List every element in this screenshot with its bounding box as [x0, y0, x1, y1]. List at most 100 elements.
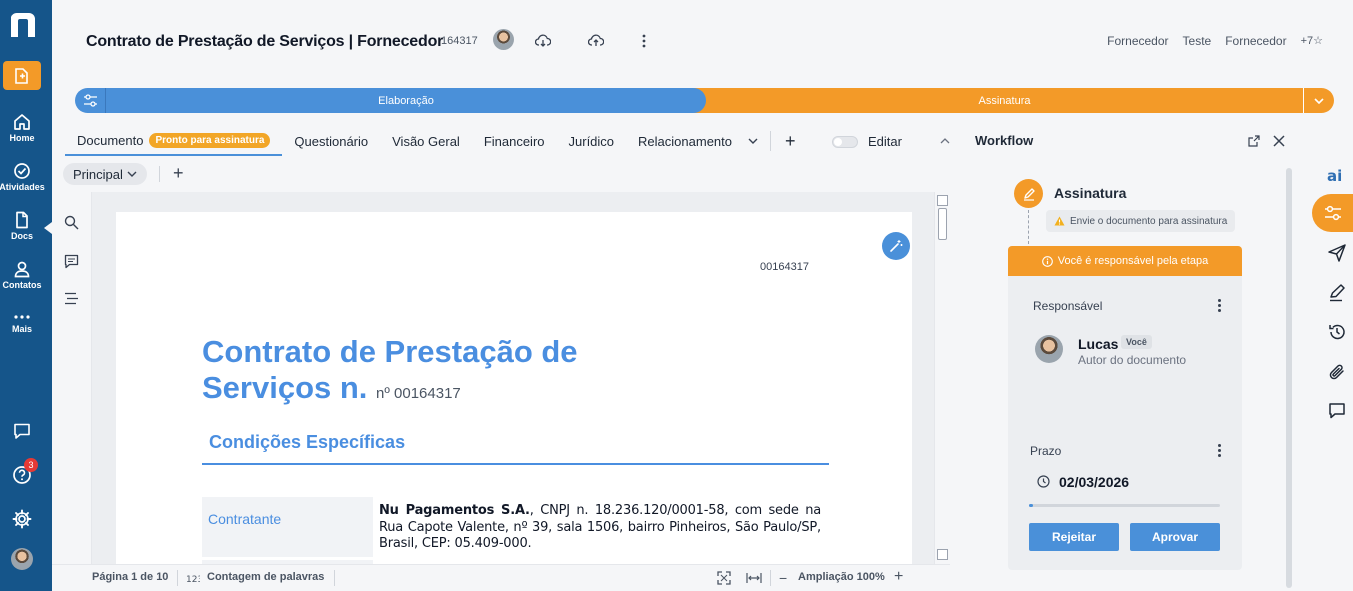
ai-assist-button[interactable] — [882, 232, 910, 260]
search-button[interactable] — [64, 215, 79, 230]
tab-financeiro[interactable]: Financeiro — [472, 126, 557, 156]
document-icon — [16, 211, 28, 229]
send-icon — [1328, 244, 1346, 262]
stage-settings-button[interactable] — [75, 88, 106, 113]
subtab-principal-label: Principal — [73, 166, 123, 182]
stage-elaboracao[interactable]: Elaboração — [106, 88, 706, 113]
search-icon — [64, 215, 79, 230]
scroll-up-arrow[interactable] — [937, 195, 948, 206]
ai-assistant-button[interactable]: ai — [1326, 164, 1348, 186]
tag[interactable]: Fornecedor — [1107, 34, 1168, 48]
tab-documento[interactable]: Documento Pronto para assinatura — [65, 126, 283, 156]
zoom-out-button[interactable]: − — [779, 570, 787, 586]
tab-juridico[interactable]: Jurídico — [557, 126, 627, 156]
tab-relacionamento[interactable]: Relacionamento — [626, 126, 744, 156]
history-tool-button[interactable] — [1326, 321, 1348, 343]
attachments-tool-button[interactable] — [1326, 361, 1348, 383]
comments-button[interactable] — [64, 254, 79, 269]
page-header: Contrato de Prestação de Serviços | Forn… — [52, 0, 1353, 83]
app-logo-icon[interactable] — [7, 9, 39, 41]
cloud-upload-icon — [588, 34, 604, 46]
send-tool-button[interactable] — [1326, 242, 1348, 264]
outline-button[interactable] — [64, 292, 79, 305]
fit-page-icon — [717, 571, 731, 585]
nav-mais[interactable]: Mais — [0, 312, 44, 334]
deadline-menu-button[interactable] — [1218, 444, 1222, 459]
scroll-down-arrow[interactable] — [937, 549, 948, 560]
deadline-date[interactable]: 02/03/2026 — [1059, 474, 1129, 490]
more-options-button[interactable] — [635, 32, 653, 50]
approve-button[interactable]: Aprovar — [1130, 523, 1220, 551]
add-subtab-button[interactable]: + — [173, 163, 184, 184]
right-tool-rail: ai — [1310, 150, 1353, 591]
more-tags[interactable]: +7☆ — [1301, 34, 1323, 48]
reject-button[interactable]: Rejeitar — [1029, 523, 1119, 551]
chat-button[interactable] — [0, 422, 44, 440]
edit-toggle[interactable] — [832, 136, 858, 148]
section-divider — [202, 463, 829, 465]
stage-dropdown-button[interactable] — [1303, 88, 1334, 113]
subtab-principal[interactable]: Principal — [63, 163, 147, 185]
tag[interactable]: Teste — [1183, 34, 1212, 48]
step-signature-icon — [1014, 179, 1043, 208]
stage-assinatura[interactable]: Assinatura — [694, 88, 1303, 113]
chevron-down-icon — [748, 138, 758, 144]
collapse-button[interactable] — [940, 138, 950, 144]
kebab-menu-icon — [642, 34, 646, 48]
expand-panel-button[interactable] — [1248, 135, 1262, 149]
new-document-button[interactable] — [3, 61, 41, 90]
editor-scrollbar[interactable] — [934, 192, 950, 564]
document-title-line2-wrap: Serviços n. nº 00164317 — [202, 370, 578, 412]
step-warning: Envie o documento para assinatura — [1046, 210, 1236, 232]
panel-scrollbar[interactable] — [1286, 168, 1292, 588]
responsible-menu-button[interactable] — [1218, 299, 1222, 314]
scroll-thumb[interactable] — [938, 208, 947, 240]
magic-wand-icon — [890, 240, 903, 252]
chevron-up-icon — [940, 138, 950, 144]
settings-button[interactable] — [0, 509, 44, 529]
nav-atividades[interactable]: Atividades — [0, 162, 45, 192]
home-icon — [14, 114, 30, 130]
document-title-number: nº 00164317 — [376, 385, 461, 402]
cloud-download-icon — [535, 34, 551, 47]
page-title: Contrato de Prestação de Serviços | Forn… — [86, 33, 444, 50]
fit-width-button[interactable] — [746, 572, 762, 584]
help-button[interactable] — [0, 465, 44, 485]
comments-tool-button[interactable] — [1326, 400, 1348, 422]
page-indicator: Página 1 de 10 — [92, 571, 169, 583]
status-badge: Pronto para assinatura — [149, 132, 271, 148]
outline-list-icon — [65, 292, 78, 305]
tab-visao-geral[interactable]: Visão Geral — [380, 126, 472, 156]
svg-text:123: 123 — [186, 575, 200, 584]
star-icon: ☆ — [1313, 35, 1323, 47]
plus-icon: + — [785, 130, 796, 151]
nav-docs[interactable]: Docs — [0, 211, 44, 241]
close-panel-button[interactable] — [1273, 135, 1287, 149]
fit-page-button[interactable] — [717, 571, 731, 585]
upload-button[interactable] — [587, 32, 605, 50]
left-nav-rail: Home Atividades Docs Contatos Mais 3 — [0, 0, 52, 591]
responsible-label: Responsável — [1033, 299, 1103, 313]
document-page[interactable]: 00164317 Contrato de Prestação de Serviç… — [116, 212, 912, 564]
signature-tool-button[interactable] — [1326, 282, 1348, 304]
step-connector — [1028, 210, 1029, 244]
word-count-button[interactable]: Contagem de palavras — [207, 571, 324, 583]
nav-mais-label: Mais — [11, 324, 32, 334]
nav-contatos[interactable]: Contatos — [0, 260, 44, 290]
help-notification-badge: 3 — [24, 458, 38, 472]
document-title: Contrato de Prestação de Serviços n. nº … — [202, 334, 578, 412]
tag[interactable]: Fornecedor — [1225, 34, 1286, 48]
check-circle-icon — [14, 163, 30, 179]
owner-avatar[interactable] — [493, 29, 514, 50]
nav-home[interactable]: Home — [0, 113, 44, 143]
zoom-in-button[interactable]: + — [894, 568, 903, 586]
workflow-tool-button[interactable] — [1312, 194, 1353, 232]
tab-juridico-label: Jurídico — [568, 133, 615, 149]
tabs-overflow-button[interactable] — [744, 126, 762, 156]
download-button[interactable] — [534, 32, 552, 50]
add-tab-button[interactable]: + — [779, 126, 802, 156]
user-avatar-button[interactable] — [0, 548, 44, 570]
sliders-icon — [83, 94, 97, 107]
new-document-icon — [15, 67, 28, 84]
tab-questionario[interactable]: Questionário — [282, 126, 380, 156]
